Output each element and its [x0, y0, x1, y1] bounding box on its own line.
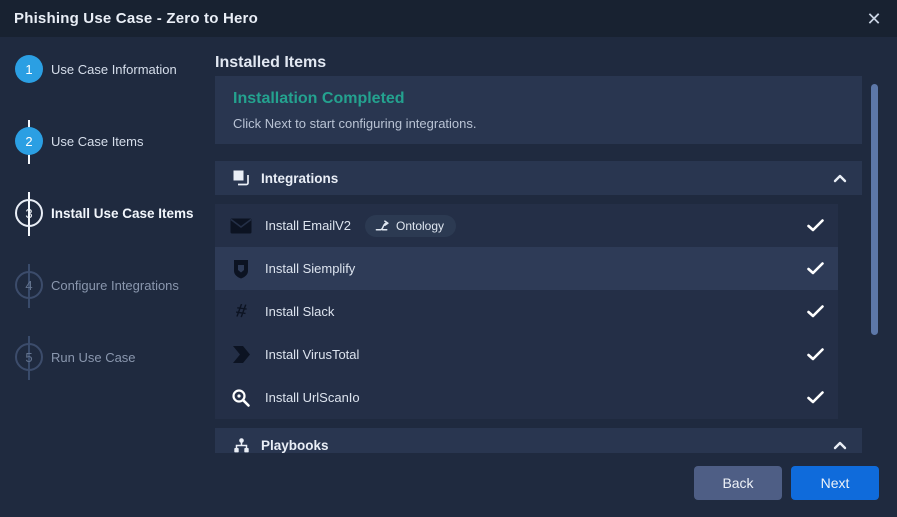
list-item-label: Install Slack	[265, 304, 334, 319]
list-item-install-siemplify[interactable]: Install Siemplify	[215, 247, 838, 290]
back-button[interactable]: Back	[694, 466, 782, 500]
badge-label: Ontology	[396, 219, 444, 233]
step-run-use-case[interactable]: 5 Run Use Case	[0, 343, 215, 371]
list-item-install-urlscanio[interactable]: Install UrlScanIo	[215, 376, 838, 419]
chevron-up-icon[interactable]	[833, 441, 847, 450]
section-header-integrations[interactable]: Integrations	[215, 161, 862, 195]
vertical-scrollbar[interactable]	[871, 84, 878, 335]
install-use-case-modal: Phishing Use Case - Zero to Hero ✕ 1 Use…	[0, 0, 897, 517]
step-number-badge: 2	[15, 127, 43, 155]
step-use-case-information[interactable]: 1 Use Case Information	[0, 55, 215, 83]
close-icon[interactable]: ✕	[861, 6, 887, 32]
integrations-stack-icon	[231, 169, 251, 187]
ontology-badge[interactable]: Ontology	[365, 215, 456, 237]
installation-status-banner: Installation Completed Click Next to sta…	[215, 76, 862, 144]
section-label: Playbooks	[261, 438, 329, 453]
step-install-use-case-items[interactable]: 3 Install Use Case Items	[0, 199, 215, 227]
modal-title: Phishing Use Case - Zero to Hero	[14, 10, 258, 27]
ontology-branch-icon	[375, 219, 390, 233]
check-icon	[807, 262, 824, 275]
urlscan-magnifier-icon	[229, 386, 253, 410]
list-item-label: Install EmailV2	[265, 218, 351, 233]
step-label: Use Case Information	[51, 62, 177, 77]
virustotal-icon	[229, 343, 253, 367]
check-icon	[807, 305, 824, 318]
step-number-badge: 1	[15, 55, 43, 83]
step-number-badge: 4	[15, 271, 43, 299]
check-icon	[807, 348, 824, 361]
step-label: Use Case Items	[51, 134, 143, 149]
modal-titlebar: Phishing Use Case - Zero to Hero	[0, 0, 897, 37]
list-item-install-virustotal[interactable]: Install VirusTotal	[215, 333, 838, 376]
list-item-install-emailv2[interactable]: Install EmailV2 Ontology	[215, 204, 838, 247]
installation-status-subtitle: Click Next to start configuring integrat…	[233, 116, 844, 131]
section-label: Integrations	[261, 171, 338, 186]
list-item-label: Install VirusTotal	[265, 347, 359, 362]
step-configure-integrations[interactable]: 4 Configure Integrations	[0, 271, 215, 299]
installed-items-scroll-area: Installation Completed Click Next to sta…	[215, 76, 862, 453]
wizard-stepper: 1 Use Case Information 2 Use Case Items …	[0, 37, 215, 517]
step-use-case-items[interactable]: 2 Use Case Items	[0, 127, 215, 155]
chevron-up-icon[interactable]	[833, 174, 847, 183]
step-label: Configure Integrations	[51, 278, 179, 293]
check-icon	[807, 391, 824, 404]
siemplify-shield-icon	[229, 257, 253, 281]
step-number-badge: 3	[15, 199, 43, 227]
email-icon	[229, 214, 253, 238]
step-label: Install Use Case Items	[51, 206, 194, 221]
step-label: Run Use Case	[51, 350, 136, 365]
next-button[interactable]: Next	[791, 466, 879, 500]
installation-status-title: Installation Completed	[233, 90, 844, 108]
section-header-playbooks[interactable]: Playbooks	[215, 428, 862, 453]
playbooks-sitemap-icon	[231, 436, 251, 453]
slack-icon: #	[229, 300, 253, 324]
step-number-badge: 5	[15, 343, 43, 371]
page-title: Installed Items	[215, 54, 326, 72]
check-icon	[807, 219, 824, 232]
list-item-install-slack[interactable]: # Install Slack	[215, 290, 838, 333]
list-item-label: Install Siemplify	[265, 261, 355, 276]
list-item-label: Install UrlScanIo	[265, 390, 360, 405]
